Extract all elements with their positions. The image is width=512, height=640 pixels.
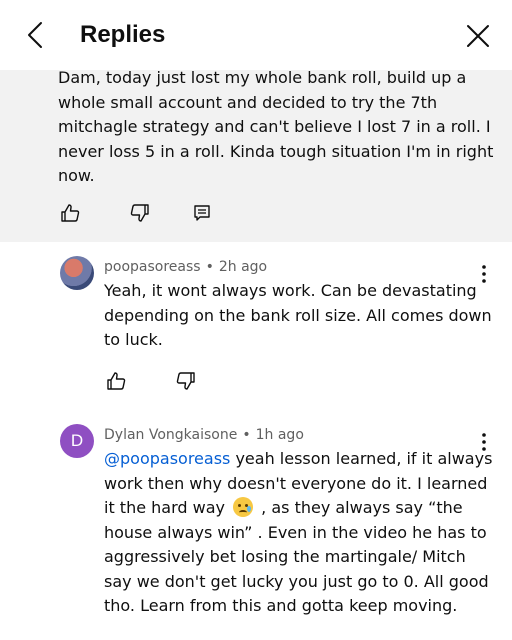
reply-comment: poopasoreass • 2h ago Yeah, it wont always… [0, 256, 512, 406]
comment-time: 2h ago [218, 259, 268, 275]
comment-meta: poopasoreass • 2h ago [104, 258, 267, 276]
avatar[interactable]: D [60, 424, 94, 458]
reply-icon [194, 205, 210, 221]
crying-face-emoji-icon [233, 497, 254, 517]
dislike-button[interactable] [174, 369, 198, 393]
page-title: Replies [80, 21, 166, 48]
comment-author[interactable]: poopasoreass [104, 259, 201, 275]
comment-text: @poopasoreass yeah lesson learned, if it… [104, 447, 496, 619]
comment-author[interactable]: Dylan Vongkaisone [104, 427, 237, 443]
comment-time: 1h ago [255, 427, 304, 443]
meta-separator: • [205, 259, 214, 275]
parent-comment-actions [58, 201, 214, 225]
close-icon [467, 25, 489, 47]
chevron-left-icon [28, 22, 42, 48]
back-button[interactable] [20, 18, 50, 52]
close-button[interactable] [462, 20, 494, 52]
thumbs-up-icon [107, 372, 126, 390]
avatar[interactable] [60, 256, 94, 290]
comment-actions [104, 369, 198, 393]
comment-meta: Dylan Vongkaisone • 1h ago [104, 426, 304, 444]
parent-comment-text: Dam, today just lost my whole bank roll,… [58, 68, 494, 185]
like-button[interactable] [104, 369, 128, 393]
thumbs-up-icon [61, 204, 80, 222]
thumbs-down-icon [176, 372, 195, 390]
parent-comment: Dam, today just lost my whole bank roll,… [0, 56, 512, 242]
replies-header: Replies [0, 0, 512, 70]
mention-link[interactable]: @poopasoreass [104, 449, 230, 468]
comment-text: Yeah, it wont always work. Can be devast… [104, 281, 492, 349]
dislike-button[interactable] [128, 201, 152, 225]
thumbs-down-icon [130, 204, 149, 222]
meta-separator: • [242, 427, 251, 443]
like-button[interactable] [58, 201, 82, 225]
reply-comment: D Dylan Vongkaisone • 1h ago @poopasoreass… [0, 424, 512, 640]
reply-button[interactable] [190, 201, 214, 225]
